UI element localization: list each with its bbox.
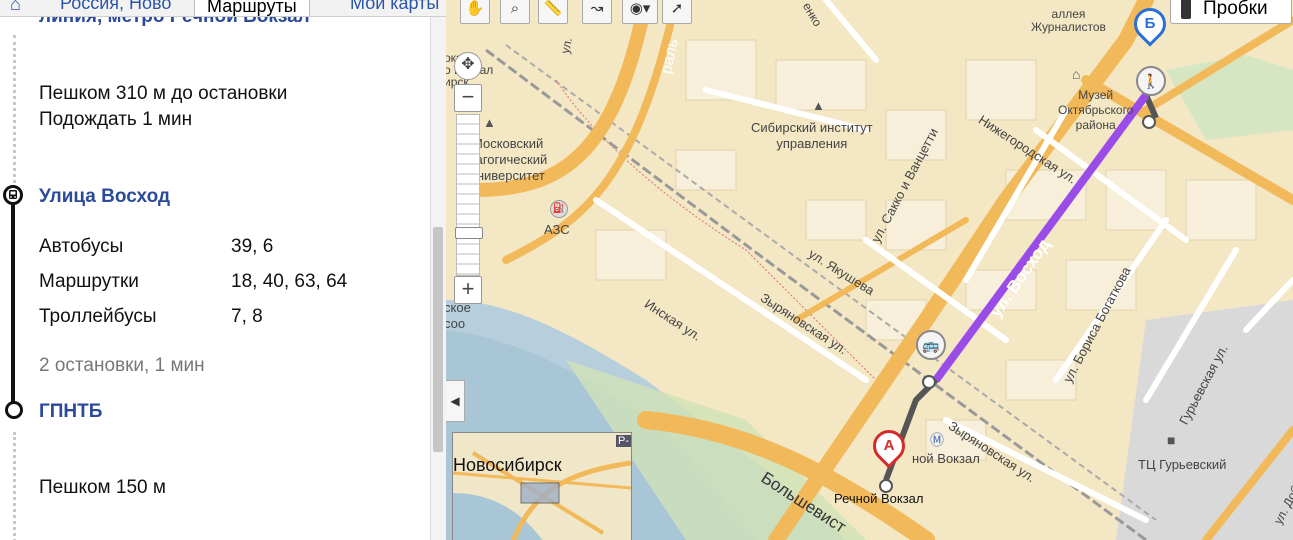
transit-type: Маршрутки: [39, 271, 139, 292]
stop-marker: [5, 401, 23, 419]
traffic-label: Пробки: [1203, 0, 1268, 19]
university-icon: ▲: [812, 98, 825, 113]
stops-summary: 2 остановки, 1 мин: [39, 355, 205, 376]
label-institute: Сибирский институт управления: [751, 120, 873, 151]
tab-bar: ⌂ Россия, Ново Маршруты Мои карты: [0, 0, 446, 17]
minimap-label: Новосибирск: [453, 455, 562, 475]
tab-region[interactable]: Россия, Ново: [60, 0, 171, 14]
panel-scrollbar[interactable]: [430, 17, 446, 540]
compass-icon[interactable]: ✥: [454, 52, 482, 80]
hand-tool-icon[interactable]: ✋: [460, 0, 490, 24]
walk-line: [13, 432, 16, 540]
minimap-canvas: [453, 451, 631, 540]
museum-icon: ⌂: [1072, 66, 1081, 82]
marker-b-label: Б: [1144, 15, 1156, 32]
metro-icon: Ⓜ: [930, 432, 944, 448]
tab-routes[interactable]: Маршруты: [194, 0, 310, 16]
walk-instruction: Пешком 310 м до остановки: [39, 83, 288, 104]
label-tc: ТЦ Гурьевский: [1138, 457, 1227, 472]
transit-row: Автобусы 39, 6: [39, 234, 273, 260]
route-tool-icon[interactable]: ↝: [582, 0, 612, 24]
route-header: линия, метро Речной Вокзал: [39, 17, 310, 28]
walk-instruction: Пешком 150 м: [39, 477, 166, 498]
collapse-panel-button[interactable]: ◀: [446, 380, 465, 422]
transit-line: [11, 193, 15, 409]
transit-routes: 7, 8: [231, 306, 263, 327]
zoom-slider[interactable]: [455, 114, 483, 276]
bus-stop-icon: [3, 185, 23, 205]
ruler-icon[interactable]: 📏: [538, 0, 568, 24]
minimap[interactable]: Новосибирск Р-: [452, 432, 632, 540]
route-panel: линия, метро Речной Вокзал Пешком 310 м …: [0, 17, 430, 540]
tab-my-maps[interactable]: Мои карты: [350, 0, 439, 14]
traffic-light-icon: [1181, 0, 1191, 19]
shopping-icon: ■: [1167, 432, 1176, 448]
transit-row: Маршрутки 18, 40, 63, 64: [39, 269, 347, 295]
walk-line: [13, 35, 16, 195]
gas-station-icon: ⛽: [550, 200, 568, 218]
label-rechnoy-stop: Речной Вокзал: [834, 491, 924, 506]
bus-stop-marker-icon[interactable]: 🚌: [916, 330, 946, 360]
zoom-area-icon[interactable]: ⌕: [500, 0, 530, 24]
wait-instruction: Подождать 1 мин: [39, 109, 193, 130]
zoom-in-button[interactable]: +: [454, 276, 482, 304]
placemark-icon[interactable]: ◉▾: [622, 0, 658, 24]
transit-routes: 39, 6: [231, 236, 274, 257]
label-museum: Музей Октябрьского района: [1058, 88, 1134, 132]
stop-name-voshod[interactable]: Улица Восход: [39, 186, 170, 208]
scrollbar-thumb[interactable]: [433, 227, 443, 452]
map-view[interactable]: аллея Журналистов ⌂ Музей Октябрьского р…: [446, 0, 1293, 540]
university-icon: ▲: [483, 115, 496, 130]
stop-name-gpntb[interactable]: ГПНТБ: [39, 401, 102, 423]
home-icon[interactable]: ⌂: [10, 0, 30, 14]
label-rechnoy-station: ной Вокзал: [912, 451, 980, 466]
label-rskoe: ское соо: [446, 300, 471, 331]
marker-a-label: А: [883, 437, 895, 454]
traffic-button[interactable]: Пробки: [1170, 0, 1292, 24]
zoom-slider-thumb[interactable]: [455, 227, 483, 239]
label-azs: АЗС: [544, 222, 570, 237]
minimap-badge: Р-: [616, 435, 631, 447]
zoom-out-button[interactable]: −: [454, 84, 482, 112]
transit-type: Троллейбусы: [39, 306, 157, 327]
transit-type: Автобусы: [39, 236, 124, 257]
label-alley: аллея Журналистов: [1031, 7, 1106, 34]
transit-row: Троллейбусы 7, 8: [39, 304, 263, 330]
transit-routes: 18, 40, 63, 64: [231, 271, 348, 292]
walk-marker-icon[interactable]: 🚶: [1136, 66, 1166, 96]
select-tool-icon[interactable]: ➚: [662, 0, 692, 24]
